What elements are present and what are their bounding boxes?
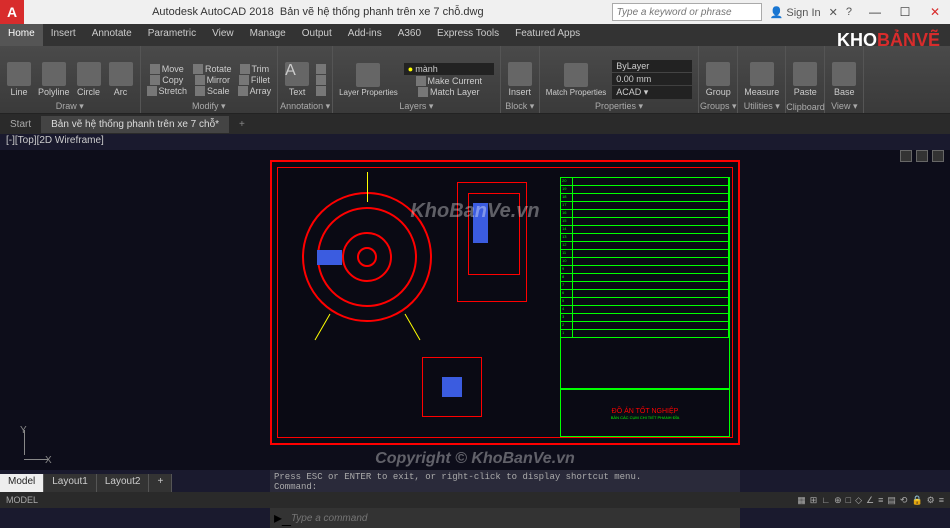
lineweight-dropdown[interactable]: 0.00 mm bbox=[612, 73, 692, 85]
tab-a360[interactable]: A360 bbox=[390, 24, 429, 46]
linetype-dropdown[interactable]: ACAD ▾ bbox=[612, 86, 692, 99]
signin-button[interactable]: 👤 Sign In bbox=[770, 6, 821, 19]
brake-disc-front-view bbox=[292, 182, 442, 332]
lineweight-toggle-icon[interactable]: ≡ bbox=[878, 495, 883, 506]
layout2-tab[interactable]: Layout2 bbox=[97, 474, 150, 492]
status-bar: MODEL ▦ ⊞ ∟ ⊕ □ ◇ ∠ ≡ ▤ ⟲ 🔒 ⚙ ≡ bbox=[0, 492, 950, 508]
model-tab[interactable]: Model bbox=[0, 474, 44, 492]
brake-side-view bbox=[457, 182, 527, 302]
help-search-input[interactable] bbox=[612, 3, 762, 21]
start-tab[interactable]: Start bbox=[0, 116, 41, 133]
tab-parametric[interactable]: Parametric bbox=[140, 24, 204, 46]
fillet-button[interactable]: Fillet bbox=[239, 75, 270, 85]
layout-tabs: Model Layout1 Layout2 + bbox=[0, 474, 172, 492]
tab-output[interactable]: Output bbox=[294, 24, 340, 46]
watermark-logo: KHOBẢNVẼ bbox=[837, 30, 940, 51]
annotation-scale-icon[interactable]: 🔒 bbox=[911, 495, 922, 506]
minimize-button[interactable]: — bbox=[860, 0, 890, 24]
command-prompt-icon: ▸_ bbox=[274, 508, 291, 528]
viewport-close-icon[interactable] bbox=[932, 150, 944, 162]
snap-toggle-icon[interactable]: ⊞ bbox=[810, 495, 818, 506]
command-input-bar[interactable]: ▸_ bbox=[270, 508, 740, 528]
drawing-tab[interactable]: Bản vẽ hệ thống phanh trên xe 7 chỗ* bbox=[41, 116, 229, 133]
ribbon-tabs: Home Insert Annotate Parametric View Man… bbox=[0, 24, 950, 46]
otrack-toggle-icon[interactable]: ∠ bbox=[866, 495, 874, 506]
3dosnap-toggle-icon[interactable]: ◇ bbox=[855, 495, 862, 506]
transparency-toggle-icon[interactable]: ▤ bbox=[887, 495, 896, 506]
scale-button[interactable]: Scale bbox=[195, 86, 230, 96]
tab-home[interactable]: Home bbox=[0, 24, 43, 46]
block-group-label[interactable]: Block ▾ bbox=[501, 101, 539, 112]
clipboard-group-label[interactable]: Clipboard bbox=[786, 102, 824, 112]
polar-toggle-icon[interactable]: ⊕ bbox=[834, 495, 842, 506]
parts-list-table: 20 19 18 17 16 15 14 13 12 11 10 9 8 7 6… bbox=[560, 177, 730, 437]
tab-view[interactable]: View bbox=[204, 24, 242, 46]
app-icon[interactable]: A bbox=[0, 0, 24, 24]
model-space-button[interactable]: MODEL bbox=[0, 495, 44, 505]
tab-insert[interactable]: Insert bbox=[43, 24, 84, 46]
viewport-label[interactable]: [-][Top][2D Wireframe] bbox=[0, 134, 950, 150]
tab-manage[interactable]: Manage bbox=[242, 24, 294, 46]
new-tab-button[interactable]: + bbox=[229, 116, 255, 133]
exchange-icon[interactable]: ✕ bbox=[829, 6, 838, 19]
rotate-button[interactable]: Rotate bbox=[193, 64, 232, 74]
layers-group-label[interactable]: Layers ▾ bbox=[333, 101, 500, 112]
properties-group-label[interactable]: Properties ▾ bbox=[540, 101, 698, 112]
match-layer-button[interactable]: Match Layer bbox=[418, 87, 480, 97]
tab-express[interactable]: Express Tools bbox=[429, 24, 507, 46]
brake-detail-view bbox=[402, 347, 502, 427]
workspace-icon[interactable]: ⚙ bbox=[927, 495, 935, 506]
utilities-group-label[interactable]: Utilities ▾ bbox=[738, 101, 785, 112]
move-button[interactable]: Move bbox=[150, 64, 184, 74]
cycling-toggle-icon[interactable]: ⟲ bbox=[900, 495, 908, 506]
ribbon-panel: Line Polyline Circle Arc Draw ▾ Move Cop… bbox=[0, 46, 950, 114]
modify-group-label[interactable]: Modify ▾ bbox=[141, 101, 278, 112]
title-block: ĐỒ ÁN TỐT NGHIỆP BẢN CÁC CỤM CHI TIẾT PH… bbox=[561, 388, 729, 438]
layer-dropdown[interactable]: ● mành bbox=[404, 63, 494, 75]
customize-icon[interactable]: ≡ bbox=[939, 495, 944, 506]
window-title: Autodesk AutoCAD 2018 Bản vẽ hệ thống ph… bbox=[24, 6, 612, 18]
add-layout-button[interactable]: + bbox=[149, 474, 172, 492]
tab-annotate[interactable]: Annotate bbox=[84, 24, 140, 46]
drawing-border: 20 19 18 17 16 15 14 13 12 11 10 9 8 7 6… bbox=[270, 160, 740, 445]
drawing-canvas[interactable]: 20 19 18 17 16 15 14 13 12 11 10 9 8 7 6… bbox=[0, 150, 950, 470]
draw-group-label[interactable]: Draw ▾ bbox=[0, 101, 140, 112]
viewport-maximize-icon[interactable] bbox=[916, 150, 928, 162]
color-dropdown[interactable]: ByLayer bbox=[612, 60, 692, 72]
trim-button[interactable]: Trim bbox=[240, 64, 270, 74]
make-current-button[interactable]: Make Current bbox=[416, 76, 483, 86]
title-bar: A Autodesk AutoCAD 2018 Bản vẽ hệ thống … bbox=[0, 0, 950, 24]
ortho-toggle-icon[interactable]: ∟ bbox=[821, 495, 830, 506]
tab-featured[interactable]: Featured Apps bbox=[507, 24, 588, 46]
close-button[interactable]: ✕ bbox=[920, 0, 950, 24]
groups-group-label[interactable]: Groups ▾ bbox=[699, 101, 737, 112]
document-tabs: Start Bản vẽ hệ thống phanh trên xe 7 ch… bbox=[0, 114, 950, 134]
tab-addins[interactable]: Add-ins bbox=[340, 24, 390, 46]
help-icon[interactable]: ? bbox=[846, 6, 852, 18]
command-input[interactable] bbox=[291, 513, 736, 524]
stretch-button[interactable]: Stretch bbox=[147, 86, 188, 96]
annotation-group-label[interactable]: Annotation ▾ bbox=[278, 101, 332, 112]
osnap-toggle-icon[interactable]: □ bbox=[846, 495, 851, 506]
viewport-minimize-icon[interactable] bbox=[900, 150, 912, 162]
layout1-tab[interactable]: Layout1 bbox=[44, 474, 97, 492]
mirror-button[interactable]: Mirror bbox=[195, 75, 231, 85]
array-button[interactable]: Array bbox=[238, 86, 272, 96]
grid-toggle-icon[interactable]: ▦ bbox=[797, 495, 806, 506]
view-group-label[interactable]: View ▾ bbox=[825, 101, 863, 112]
copy-button[interactable]: Copy bbox=[150, 75, 183, 85]
maximize-button[interactable]: ☐ bbox=[890, 0, 920, 24]
